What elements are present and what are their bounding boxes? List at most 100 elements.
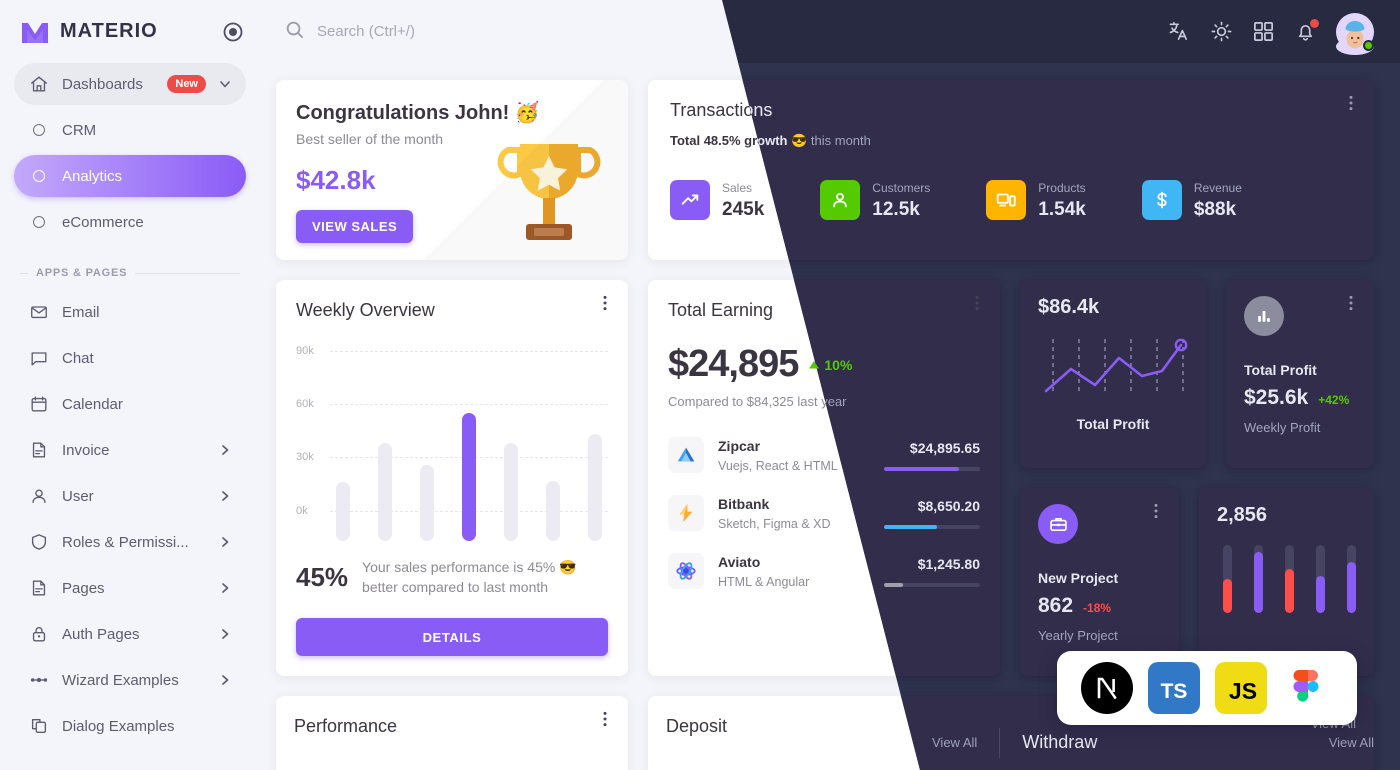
avatar[interactable] bbox=[1336, 12, 1374, 55]
stat-value: $88k bbox=[1193, 199, 1237, 220]
view-sales-button[interactable]: VIEW SALES bbox=[296, 210, 414, 243]
withdraw-view-all[interactable]: View All bbox=[1329, 735, 1374, 750]
typescript-logo[interactable]: TS bbox=[1147, 662, 1200, 714]
deposit-view-all[interactable]: View All bbox=[932, 735, 977, 750]
transactions-subtitle: Total 48.5% growth 😎 this month bbox=[722, 133, 1352, 149]
more-vertical-icon[interactable] bbox=[1147, 502, 1165, 520]
item-name: Bitbank bbox=[718, 495, 770, 512]
performance-note: Your sales performance is 45% 😎 better c… bbox=[362, 559, 577, 596]
sidebar-item-wizard-examples[interactable]: Wizard Examples bbox=[14, 659, 246, 701]
sidebar-item-chat[interactable]: Chat bbox=[14, 337, 246, 379]
sidebar-item-invoice[interactable]: Invoice bbox=[14, 429, 246, 471]
stat-label: Customers bbox=[872, 181, 931, 195]
search-input[interactable]: Search (Ctrl+/) bbox=[317, 23, 415, 40]
sidebar-item-pages[interactable]: Pages bbox=[14, 567, 246, 609]
transactions-title: Transactions bbox=[722, 100, 1352, 121]
sidebar-item-user[interactable]: User bbox=[14, 475, 246, 517]
chevron-right-icon[interactable] bbox=[218, 443, 232, 457]
sun-icon[interactable] bbox=[1210, 20, 1234, 44]
sidebar-item-email[interactable]: Email bbox=[14, 291, 246, 333]
more-vertical-icon[interactable] bbox=[596, 710, 614, 728]
sidebar-item-label: Invoice bbox=[62, 441, 110, 459]
bitbank-logo bbox=[668, 495, 704, 531]
circle-outline-icon bbox=[28, 165, 50, 187]
more-vertical-icon[interactable] bbox=[596, 294, 614, 312]
stat-label: Products bbox=[1038, 181, 1086, 195]
performance-card: Performance bbox=[276, 696, 628, 770]
sidebar-item-label: Chat bbox=[62, 349, 94, 367]
sidebar-item-dialog-examples[interactable]: Dialog Examples bbox=[14, 705, 246, 747]
chevron-right-icon[interactable] bbox=[218, 581, 232, 595]
sidebar-item-dashboards[interactable]: Dashboards New bbox=[14, 63, 246, 105]
bar bbox=[546, 480, 560, 541]
translate-icon[interactable] bbox=[1168, 20, 1192, 44]
stat-sales: Sales 245k bbox=[670, 179, 764, 221]
figma-logo[interactable] bbox=[1282, 662, 1334, 714]
sidebar-item-calendar[interactable]: Calendar bbox=[14, 383, 246, 425]
sidebar-item-crm[interactable]: CRM bbox=[14, 109, 246, 151]
person-icon bbox=[820, 180, 861, 220]
bar-track bbox=[1254, 545, 1263, 613]
navbar-actions bbox=[1168, 12, 1374, 55]
chevron-down-icon[interactable] bbox=[218, 77, 232, 91]
sidebar-apps-nav: Email Chat Calendar Invoice User bbox=[0, 291, 260, 747]
stat-value: 245k bbox=[722, 199, 765, 220]
total-profit-caption: Total Profit bbox=[1076, 416, 1150, 432]
sidebar-item-auth-pages[interactable]: Auth Pages bbox=[14, 613, 246, 655]
more-vertical-icon[interactable] bbox=[1342, 294, 1360, 312]
chevron-right-icon[interactable] bbox=[218, 489, 232, 503]
sidebar-section-header: APPS & PAGES bbox=[0, 265, 260, 281]
grid-apps-icon[interactable] bbox=[1252, 20, 1276, 44]
item-desc: HTML & Angular bbox=[718, 574, 810, 589]
bar-fill bbox=[1347, 562, 1356, 613]
trending-up-icon bbox=[670, 180, 710, 220]
item-name: Aviato bbox=[718, 553, 761, 570]
new-project-label: New Project bbox=[1038, 570, 1119, 586]
more-vertical-icon[interactable] bbox=[1342, 94, 1360, 112]
lock-icon bbox=[28, 623, 50, 645]
dots-line-icon bbox=[28, 669, 50, 691]
item-amount: $1,245.80 bbox=[917, 555, 980, 572]
sidebar-item-roles-permissions[interactable]: Roles & Permissi... bbox=[14, 521, 246, 563]
sidebar-item-ecommerce[interactable]: eCommerce bbox=[14, 201, 246, 243]
y-tick: 0k bbox=[296, 505, 308, 517]
bar-series bbox=[336, 381, 602, 541]
bell-icon[interactable] bbox=[1294, 18, 1319, 44]
nextjs-logo[interactable] bbox=[1080, 662, 1133, 714]
chevron-right-icon[interactable] bbox=[218, 627, 232, 641]
javascript-logo[interactable]: JS bbox=[1214, 662, 1267, 714]
progress-fill bbox=[884, 466, 959, 471]
chevron-right-icon[interactable] bbox=[218, 673, 232, 687]
circle-outline-icon bbox=[28, 211, 50, 233]
radio-target-icon[interactable] bbox=[222, 21, 244, 43]
bar bbox=[336, 482, 350, 541]
congratulations-card: Congratulations John! 🥳 Best seller of t… bbox=[276, 80, 628, 260]
performance-title: Performance bbox=[294, 716, 398, 736]
details-button[interactable]: DETAILS bbox=[296, 618, 608, 656]
section-title: APPS & PAGES bbox=[36, 267, 128, 279]
chevron-right-icon[interactable] bbox=[218, 535, 232, 549]
right-stats-column: $86.4k Total Profit bbox=[1020, 280, 1374, 676]
more-vertical-icon[interactable] bbox=[968, 294, 986, 312]
copy-icon bbox=[28, 715, 50, 737]
sidebar-item-label: Wizard Examples bbox=[62, 671, 179, 689]
sidebar-item-label: Analytics bbox=[62, 167, 123, 185]
sessions-value: 2,856 bbox=[1217, 504, 1268, 526]
new-project-row: 862 -18% bbox=[1038, 594, 1161, 618]
stat-revenue: Revenue $88k bbox=[1141, 179, 1242, 221]
item-amount-block: $1,245.80 bbox=[884, 556, 980, 587]
sidebar-header: MATERIO bbox=[0, 0, 260, 63]
item-name: Zipcar bbox=[718, 437, 761, 454]
new-project-card: New Project 862 -18% Yearly Project bbox=[1020, 488, 1179, 676]
sidebar-item-label: Roles & Permissi... bbox=[62, 533, 189, 551]
bar-track bbox=[1316, 545, 1325, 613]
stat-value: 1.54k bbox=[1038, 199, 1086, 220]
tech-logo-dock: TS JS bbox=[1057, 651, 1357, 725]
sidebar-item-analytics[interactable]: Analytics bbox=[14, 155, 246, 197]
zipcar-logo bbox=[668, 437, 704, 473]
progress-track bbox=[884, 466, 980, 471]
new-project-value: 862 bbox=[1038, 594, 1074, 617]
sidebar-item-label: Dialog Examples bbox=[62, 717, 175, 735]
performance-summary: 45% Your sales performance is 45% 😎 bett… bbox=[296, 557, 608, 598]
item-desc: Sketch, Figma & XD bbox=[718, 516, 831, 531]
